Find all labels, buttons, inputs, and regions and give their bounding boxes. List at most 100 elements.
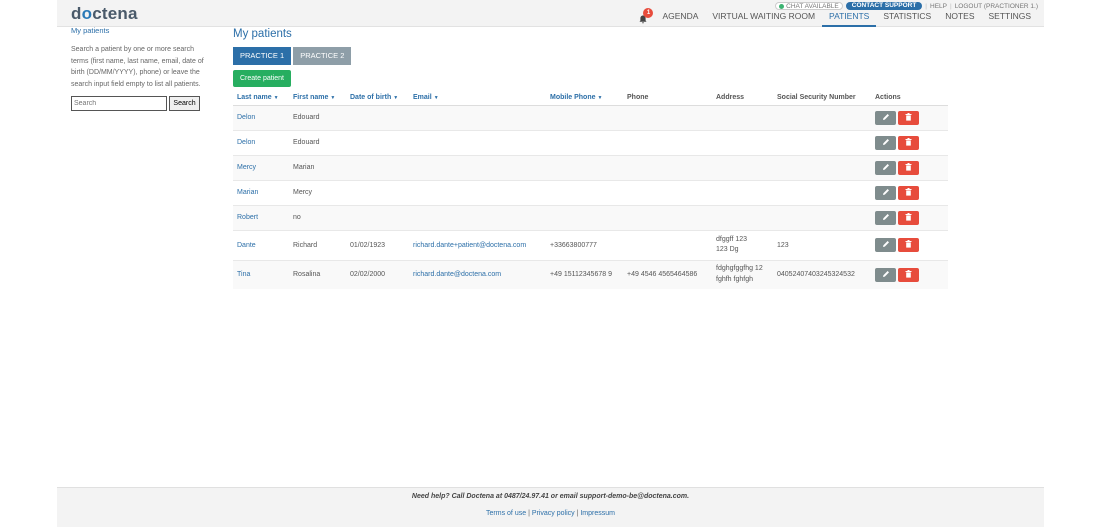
privacy-link[interactable]: Privacy policy bbox=[532, 510, 575, 517]
nav-settings[interactable]: SETTINGS bbox=[981, 10, 1038, 27]
edit-button[interactable] bbox=[875, 160, 896, 175]
separator: | bbox=[949, 2, 952, 10]
cell-address: fdghgfggfhg 12 fghfh fghfgh bbox=[712, 259, 773, 289]
cell-date-of-birth bbox=[346, 104, 409, 130]
cell-last-name[interactable]: Tina bbox=[233, 259, 289, 289]
cell-date-of-birth: 02/02/2000 bbox=[346, 259, 409, 289]
table-row[interactable]: Mercy Marian bbox=[233, 154, 948, 180]
header-mobile-phone[interactable]: Mobile Phone ▼ bbox=[546, 91, 623, 106]
practice-tabs: PRACTICE 1 PRACTICE 2 bbox=[233, 47, 949, 65]
cell-email[interactable] bbox=[409, 129, 546, 155]
search-input[interactable] bbox=[71, 96, 167, 111]
edit-button[interactable] bbox=[875, 238, 896, 252]
online-dot-icon bbox=[779, 3, 785, 9]
edit-button[interactable] bbox=[875, 110, 896, 125]
cell-last-name[interactable]: Delon bbox=[233, 129, 289, 155]
header-last-name[interactable]: Last name ▼ bbox=[233, 91, 289, 106]
cell-date-of-birth: 01/02/1923 bbox=[346, 229, 409, 260]
table-row[interactable]: Delon Edouard bbox=[233, 104, 948, 130]
cell-email[interactable] bbox=[409, 179, 546, 205]
top-bar: doctena CHAT AVAILABLE CONTACT SUPPORT |… bbox=[57, 0, 1044, 27]
separator: | bbox=[925, 2, 927, 10]
sort-caret-icon: ▼ bbox=[433, 95, 439, 102]
edit-button[interactable] bbox=[875, 185, 896, 200]
cell-email[interactable]: richard.dante+patient@doctena.com bbox=[409, 229, 546, 260]
create-patient-button[interactable]: Create patient bbox=[233, 70, 291, 87]
cell-email[interactable]: richard.dante@doctena.com bbox=[409, 259, 546, 289]
sort-caret-icon: ▼ bbox=[330, 95, 336, 102]
sort-caret-icon: ▼ bbox=[597, 95, 603, 102]
delete-button[interactable] bbox=[898, 238, 919, 252]
tab-practice-1[interactable]: PRACTICE 1 bbox=[233, 47, 292, 65]
cell-actions bbox=[871, 104, 948, 130]
cell-mobile-phone: +49 15112345678 9 bbox=[546, 259, 623, 289]
logo[interactable]: doctena bbox=[71, 4, 138, 24]
cell-last-name[interactable]: Dante bbox=[233, 229, 289, 260]
search-button[interactable]: Search bbox=[169, 96, 200, 111]
cell-first-name: Marian bbox=[289, 154, 346, 180]
trash-icon bbox=[905, 137, 912, 148]
nav-agenda[interactable]: AGENDA bbox=[655, 10, 705, 27]
cell-first-name: Richard bbox=[289, 229, 346, 260]
delete-button[interactable] bbox=[898, 185, 919, 200]
sort-caret-icon: ▼ bbox=[393, 95, 399, 102]
cell-last-name[interactable]: Robert bbox=[233, 204, 289, 230]
table-row[interactable]: Dante Richard 01/02/1923 richard.dante+pati… bbox=[233, 229, 948, 260]
main-nav: 1 AGENDA VIRTUAL WAITING ROOM PATIENTS S… bbox=[637, 8, 1038, 27]
tab-practice-2[interactable]: PRACTICE 2 bbox=[293, 47, 352, 65]
cell-last-name[interactable]: Marian bbox=[233, 179, 289, 205]
cell-email[interactable] bbox=[409, 154, 546, 180]
cell-address bbox=[712, 129, 773, 155]
table-row[interactable]: Delon Edouard bbox=[233, 129, 948, 155]
cell-last-name[interactable]: Mercy bbox=[233, 154, 289, 180]
cell-actions bbox=[871, 179, 948, 205]
cell-address: dfggff 123 123 Dg bbox=[712, 229, 773, 260]
logout-link[interactable]: LOGOUT (PRACTIONER 1.) bbox=[955, 3, 1038, 10]
delete-button[interactable] bbox=[898, 267, 919, 282]
my-patients-link[interactable]: My patients bbox=[71, 26, 206, 35]
cell-last-name[interactable]: Delon bbox=[233, 104, 289, 130]
pencil-icon bbox=[882, 163, 890, 173]
cell-actions bbox=[871, 259, 948, 289]
trash-icon bbox=[905, 162, 912, 173]
cell-address bbox=[712, 179, 773, 205]
header-email[interactable]: Email ▼ bbox=[409, 91, 546, 106]
nav-notes[interactable]: NOTES bbox=[938, 10, 981, 27]
delete-button[interactable] bbox=[898, 110, 919, 125]
edit-button[interactable] bbox=[875, 267, 896, 282]
cell-first-name: no bbox=[289, 204, 346, 230]
table-row[interactable]: Robert no bbox=[233, 204, 948, 230]
pencil-icon bbox=[882, 188, 890, 198]
nav-statistics[interactable]: STATISTICS bbox=[876, 10, 938, 27]
terms-link[interactable]: Terms of use bbox=[486, 510, 526, 517]
header-first-name[interactable]: First name ▼ bbox=[289, 91, 346, 106]
header-address: Address bbox=[712, 91, 773, 106]
edit-button[interactable] bbox=[875, 135, 896, 150]
trash-icon bbox=[905, 212, 912, 223]
cell-mobile-phone bbox=[546, 129, 623, 155]
nav-patients[interactable]: PATIENTS bbox=[822, 10, 877, 27]
contact-support-button[interactable]: CONTACT SUPPORT bbox=[845, 2, 923, 10]
nav-virtual-waiting-room[interactable]: VIRTUAL WAITING ROOM bbox=[705, 10, 822, 27]
cell-address bbox=[712, 104, 773, 130]
help-link[interactable]: HELP bbox=[930, 3, 947, 10]
table-row[interactable]: Marian Mercy bbox=[233, 179, 948, 205]
chat-status[interactable]: CHAT AVAILABLE bbox=[775, 2, 843, 10]
cell-email[interactable] bbox=[409, 104, 546, 130]
cell-ssn: 123 bbox=[773, 229, 871, 260]
delete-button[interactable] bbox=[898, 160, 919, 175]
pencil-icon bbox=[882, 213, 890, 223]
cell-phone bbox=[623, 154, 712, 180]
delete-button[interactable] bbox=[898, 210, 919, 225]
cell-address bbox=[712, 204, 773, 230]
cell-email[interactable] bbox=[409, 204, 546, 230]
notifications-button[interactable]: 1 bbox=[637, 8, 654, 25]
delete-button[interactable] bbox=[898, 135, 919, 150]
page-title: My patients bbox=[233, 28, 292, 40]
header-date-of-birth[interactable]: Date of birth ▼ bbox=[346, 91, 409, 106]
edit-button[interactable] bbox=[875, 210, 896, 225]
cell-ssn: 04052407403245324532 bbox=[773, 259, 871, 289]
impressum-link[interactable]: Impressum bbox=[580, 510, 615, 517]
table-row[interactable]: Tina Rosalina 02/02/2000 richard.dante@doct… bbox=[233, 259, 948, 289]
trash-icon bbox=[905, 240, 912, 250]
